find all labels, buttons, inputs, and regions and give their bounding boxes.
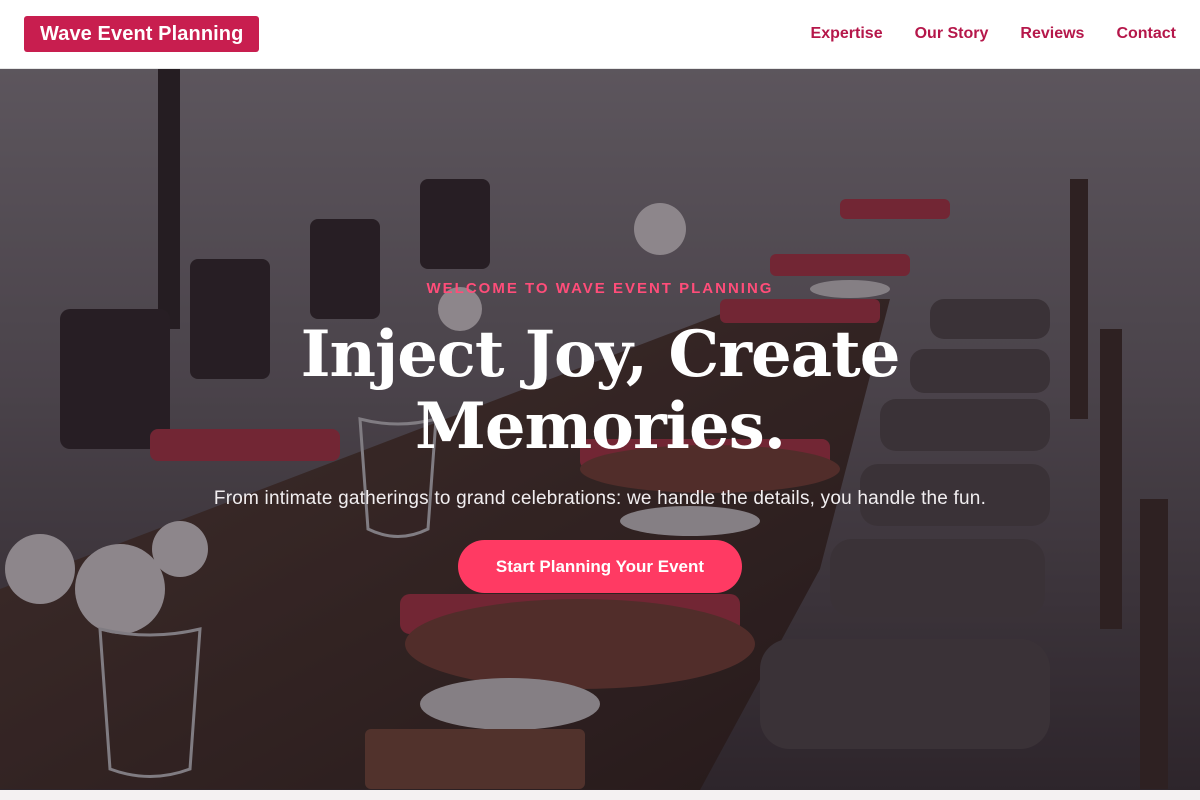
hero-section: WELCOME TO WAVE EVENT PLANNING Inject Jo… bbox=[0, 69, 1200, 790]
nav-expertise[interactable]: Expertise bbox=[811, 25, 883, 43]
hero-content: WELCOME TO WAVE EVENT PLANNING Inject Jo… bbox=[0, 69, 1200, 790]
hero-subtext: From intimate gatherings to grand celebr… bbox=[213, 488, 987, 509]
page-bottom-edge bbox=[0, 790, 1200, 800]
nav-contact[interactable]: Contact bbox=[1116, 25, 1176, 43]
main-nav: Expertise Our Story Reviews Contact bbox=[811, 25, 1176, 43]
nav-our-story[interactable]: Our Story bbox=[915, 25, 989, 43]
logo[interactable]: Wave Event Planning bbox=[24, 16, 260, 52]
start-planning-button[interactable]: Start Planning Your Event bbox=[458, 540, 742, 593]
hero-kicker: WELCOME TO WAVE EVENT PLANNING bbox=[426, 280, 774, 297]
site-header: Wave Event Planning Expertise Our Story … bbox=[0, 0, 1200, 69]
hero-headline: Inject Joy, Create Memories. bbox=[300, 317, 901, 464]
nav-reviews[interactable]: Reviews bbox=[1020, 25, 1084, 43]
